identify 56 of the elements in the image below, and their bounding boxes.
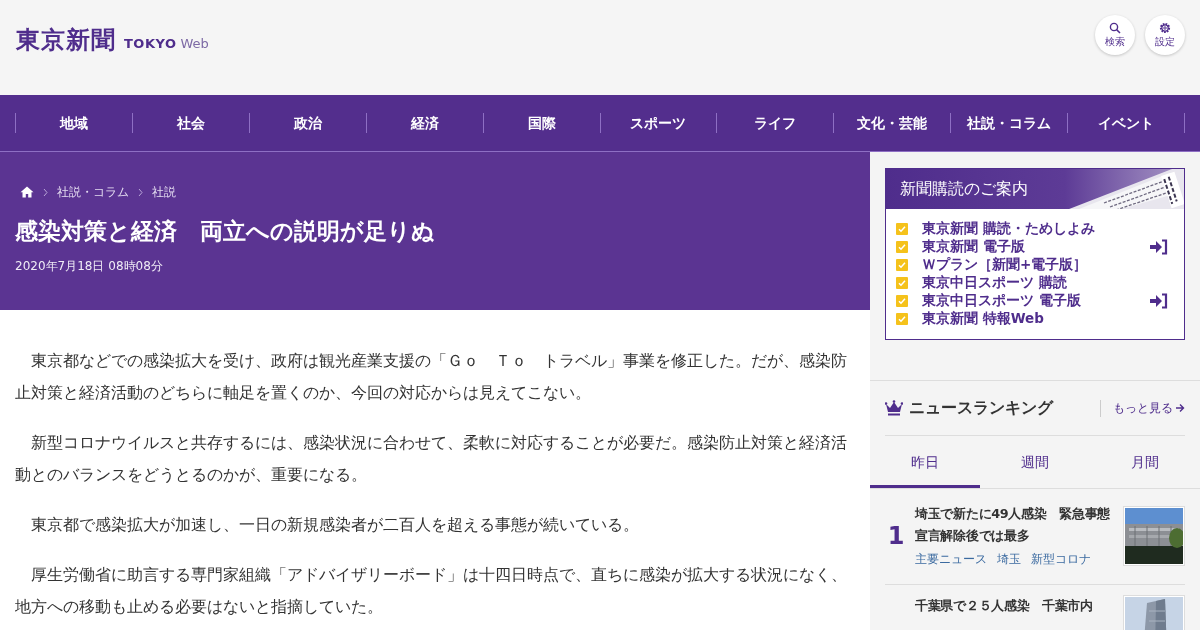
rank-number: 1 (886, 521, 906, 550)
settings-button[interactable]: 設定 (1145, 15, 1185, 55)
breadcrumb-separator-icon (43, 187, 48, 197)
ranking-tab[interactable]: 週間 (980, 436, 1090, 488)
checkmark-icon (896, 295, 908, 307)
breadcrumb-link[interactable]: 社説・コラム (57, 183, 129, 201)
subscription-link[interactable]: 東京新聞 購読・ためしよみ (922, 220, 1174, 238)
article-title: 感染対策と経済 両立への説明が足りぬ (15, 217, 436, 246)
subscription-link[interactable]: 東京新聞 特報Web (922, 310, 1174, 328)
tag-link[interactable]: 埼玉 (997, 551, 1021, 568)
logo-text[interactable]: Web (180, 36, 209, 51)
nav-link[interactable]: 経済 (365, 113, 483, 133)
crown-icon (885, 400, 903, 416)
nav-link[interactable]: 政治 (248, 113, 366, 133)
logo-text[interactable]: TOKYO (124, 36, 177, 51)
sign-in-icon[interactable] (1150, 239, 1168, 255)
subscription-link[interactable]: 東京中日スポーツ 購読 (922, 274, 1174, 292)
nav-link[interactable]: 地域 (15, 113, 132, 133)
more-link[interactable]: もっと見る (1100, 399, 1185, 417)
nav-link[interactable]: 社会 (131, 113, 249, 133)
subscription-link[interactable]: 東京新聞 電子版 (922, 238, 1136, 256)
ranking-tab[interactable]: 昨日 (870, 436, 980, 488)
article-paragraph: 新型コロナウイルスと共存するには、感染状況に合わせて、柔軟に対応することが必要だ。感染防止対策と経済活動とのバランスをどうとるのかが、重要になる。 (15, 433, 848, 486)
breadcrumb-separator-icon (138, 187, 143, 197)
article-link[interactable]: 千葉県で２５人感染 千葉市内 (915, 595, 1115, 617)
logo-wordmark[interactable]: 東京新聞 (16, 24, 116, 56)
arrow-icon (1175, 403, 1185, 413)
subscription-link[interactable]: Ｗプラン［新聞+電子版］ (922, 256, 1174, 274)
nav-link[interactable]: イベント (1067, 113, 1186, 133)
subscription-title: 新聞購読のご案内 (900, 178, 1028, 200)
article-paragraph: 東京都で感染拡大が加速し、一日の新規感染者が二百人を超える事態が続いている。 (29, 515, 640, 536)
checkmark-icon (896, 313, 908, 325)
tag-link[interactable]: 主要ニュース (915, 551, 987, 568)
nav-link[interactable]: ライフ (716, 113, 834, 133)
article-date: 2020年7月18日 08時08分 (15, 258, 164, 275)
checkmark-icon (896, 223, 908, 235)
nav-link[interactable]: 社説・コラム (950, 113, 1068, 133)
search-button[interactable]: 検索 (1095, 15, 1135, 55)
gear-icon (1159, 21, 1171, 34)
subscription-link[interactable]: 東京中日スポーツ 電子版 (922, 292, 1136, 310)
nav-link[interactable]: 文化・芸能 (833, 113, 951, 133)
nav-link[interactable]: スポーツ (599, 113, 717, 133)
checkmark-icon (896, 277, 908, 289)
nav-link[interactable]: 国際 (482, 113, 600, 133)
article-link[interactable]: 埼玉で新たに49人感染 緊急事態宣言解除後では最多 (915, 503, 1115, 547)
home-icon[interactable] (20, 186, 34, 198)
ranking-title: ニュースランキング (909, 397, 1055, 419)
article-paragraph: 東京都などでの感染拡大を受け、政府は観光産業支援の「Ｇｏ Ｔｏ トラベル」事業を修正した。だが、感染防止対策と経済活動のどちらに軸足を置くのか、今回の対応からは見えてこない。 (15, 351, 848, 404)
checkmark-icon (896, 259, 908, 271)
breadcrumb-link[interactable]: 社説 (152, 183, 176, 201)
checkmark-icon (896, 241, 908, 253)
tag-link[interactable]: 新型コロナ (1031, 551, 1091, 568)
search-icon (1109, 21, 1121, 34)
ranking-tab[interactable]: 月間 (1090, 436, 1200, 488)
article-paragraph: 厚生労働省に助言する専門家組織「アドバイザリーボード」は十四日時点で、直ちに感染が拡大する状況になく、地方への移動も止める必要はないと指摘していた。 (15, 565, 848, 618)
sign-in-icon[interactable] (1150, 293, 1168, 309)
